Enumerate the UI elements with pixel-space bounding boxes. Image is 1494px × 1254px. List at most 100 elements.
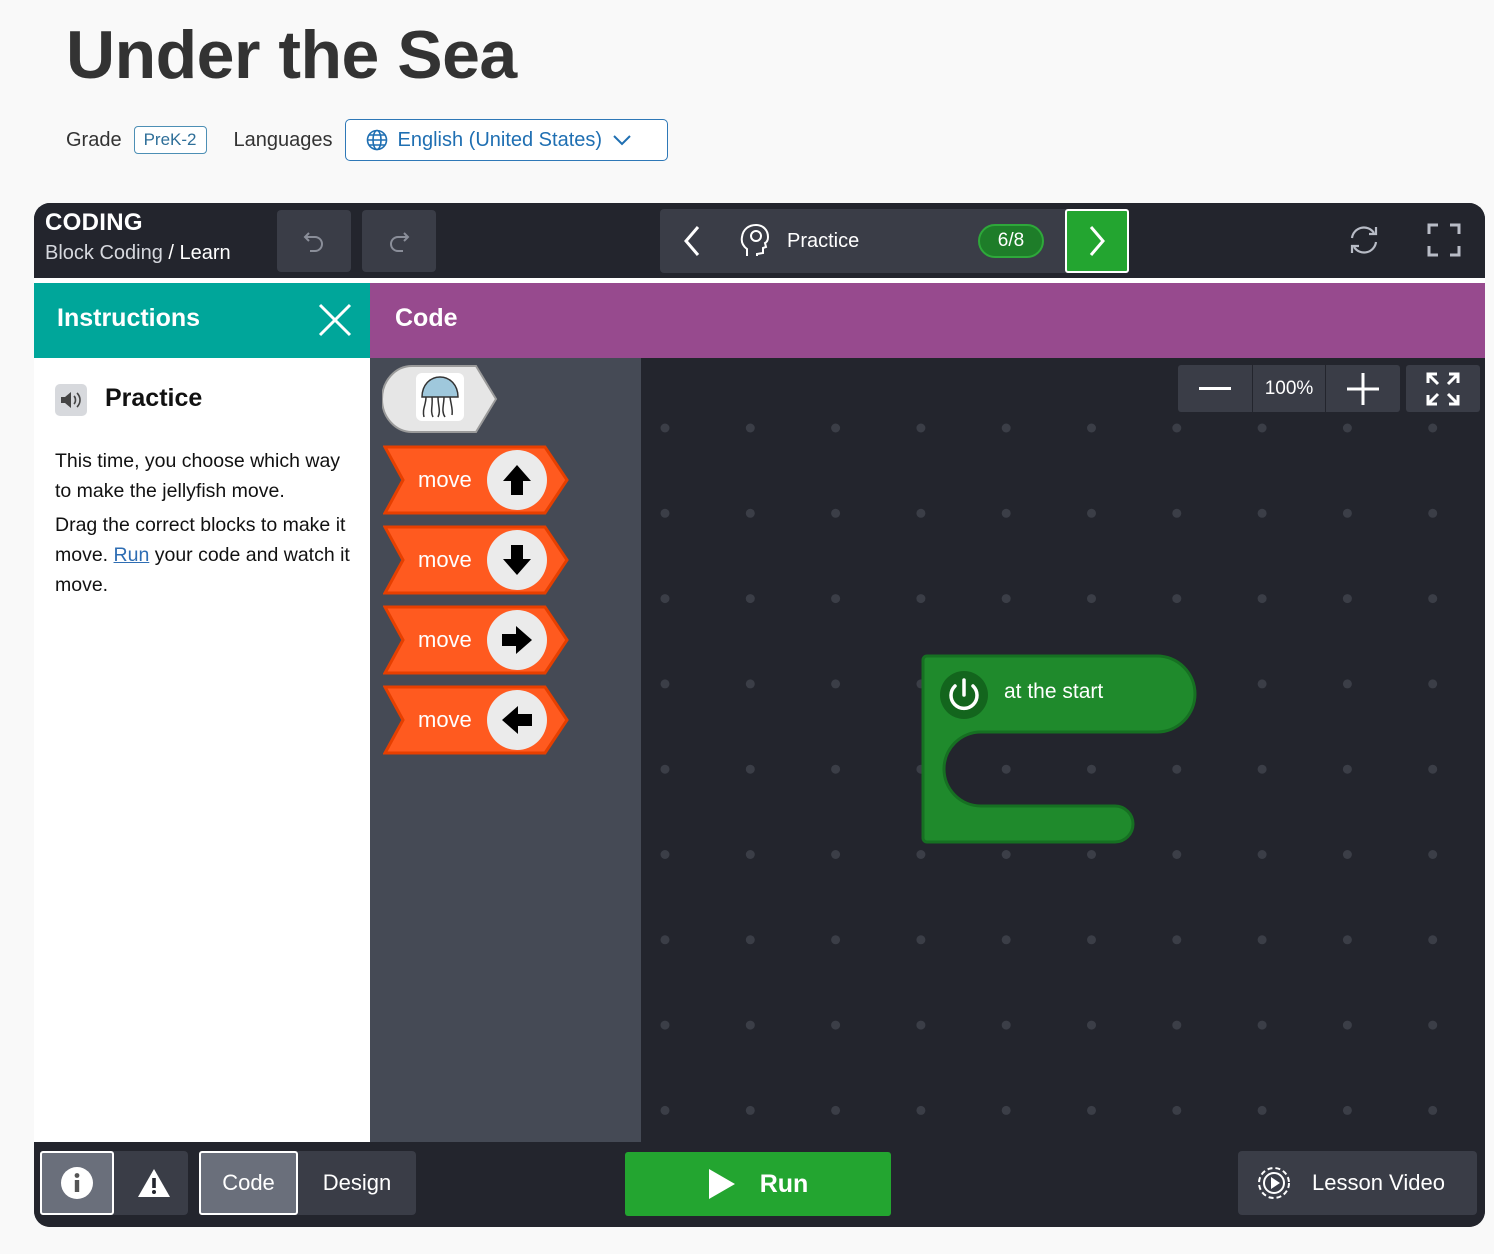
- grid-dot: [831, 423, 841, 433]
- info-button[interactable]: [40, 1151, 114, 1215]
- grid-dot: [1257, 594, 1267, 604]
- page-title: Under the Sea: [66, 17, 517, 93]
- code-workspace[interactable]: 100% at the start: [641, 358, 1485, 1142]
- grid-dot: [1428, 594, 1438, 604]
- grid-dot: [745, 764, 755, 774]
- grid-dot: [660, 423, 670, 433]
- move-right-block[interactable]: move: [383, 605, 569, 675]
- run-link[interactable]: Run: [114, 544, 150, 566]
- info-warning-group: [40, 1151, 188, 1215]
- grid-dot: [1172, 1105, 1182, 1115]
- grid-dot: [1428, 508, 1438, 518]
- step-navigator: Practice 6/8: [660, 209, 1129, 273]
- grid-dot: [745, 1020, 755, 1030]
- move-up-block[interactable]: move: [383, 445, 569, 515]
- grid-dot: [916, 423, 926, 433]
- language-select[interactable]: English (United States): [344, 119, 668, 161]
- grid-dot: [831, 679, 841, 689]
- grid-dot: [1257, 423, 1267, 433]
- grid-dot: [745, 508, 755, 518]
- sync-icon[interactable]: [1346, 225, 1382, 255]
- grid-dot: [1428, 764, 1438, 774]
- grid-dot: [1087, 1105, 1096, 1115]
- zoom-out-button[interactable]: [1178, 365, 1252, 412]
- grid-dot: [745, 594, 755, 604]
- instructions-panel: Practice This time, you choose which way…: [34, 358, 370, 1142]
- at-the-start-block[interactable]: at the start: [921, 652, 1201, 853]
- fit-workspace-button[interactable]: [1406, 365, 1480, 412]
- grid-dot: [1342, 764, 1352, 774]
- run-button[interactable]: Run: [625, 1152, 891, 1216]
- speaker-button[interactable]: [55, 384, 87, 416]
- arrow-left-icon: [487, 690, 547, 750]
- grid-dot: [1087, 508, 1096, 518]
- grid-dot: [1342, 679, 1352, 689]
- grid-dot: [1428, 423, 1438, 433]
- grid-dot: [916, 1105, 926, 1115]
- redo-button[interactable]: [362, 210, 436, 272]
- power-icon: [940, 671, 988, 719]
- chevron-left-icon: [684, 226, 700, 256]
- breadcrumb-parent: Block Coding: [45, 242, 163, 264]
- grid-dot: [916, 1020, 926, 1030]
- grid-dot: [660, 1105, 670, 1115]
- run-button-label: Run: [759, 1169, 809, 1198]
- zoom-controls: 100%: [1178, 365, 1400, 412]
- grid-dot: [745, 423, 755, 433]
- breadcrumb: Block Coding / Learn: [45, 242, 231, 265]
- language-select-value: English (United States): [397, 128, 603, 151]
- grid-dot: [1087, 594, 1096, 604]
- code-header: Code: [370, 283, 1485, 358]
- warning-button[interactable]: [120, 1151, 188, 1215]
- arrow-down-icon: [487, 530, 547, 590]
- grid-dot: [1087, 1020, 1096, 1030]
- grid-dot: [1172, 935, 1182, 945]
- zoom-in-button[interactable]: [1326, 365, 1400, 412]
- play-icon: [708, 1169, 735, 1199]
- lesson-video-button[interactable]: Lesson Video: [1238, 1151, 1477, 1215]
- chevron-down-icon: [613, 135, 631, 146]
- grid-dot: [1428, 1020, 1438, 1030]
- grade-label: Grade: [66, 128, 122, 151]
- grid-dot: [660, 764, 670, 774]
- previous-step-button[interactable]: [660, 209, 724, 273]
- grid-dot: [745, 935, 755, 945]
- grid-dot: [745, 1105, 755, 1115]
- jellyfish-sprite-block[interactable]: [382, 363, 498, 435]
- move-block-label: move: [418, 707, 472, 732]
- move-block-label: move: [418, 627, 472, 652]
- tab-design[interactable]: Design: [298, 1151, 416, 1215]
- start-block-label: at the start: [1004, 680, 1104, 703]
- grid-dot: [660, 935, 670, 945]
- expand-icon: [1426, 372, 1460, 405]
- undo-button[interactable]: [277, 210, 351, 272]
- grade-badge: PreK-2: [133, 126, 207, 154]
- grid-dot: [831, 508, 841, 518]
- move-down-block[interactable]: move: [383, 525, 569, 595]
- grid-dot: [660, 679, 670, 689]
- grid-dot: [1342, 423, 1352, 433]
- instructions-title: Instructions: [57, 304, 201, 332]
- move-left-block[interactable]: move: [383, 685, 569, 755]
- zoom-level: 100%: [1252, 365, 1326, 412]
- globe-icon: [366, 129, 387, 151]
- grid-dot: [1342, 594, 1352, 604]
- practice-title: Practice: [105, 384, 203, 412]
- grid-dot: [1257, 1105, 1267, 1115]
- coding-app: CODING Block Coding / Learn Practice 6/8: [34, 203, 1485, 1227]
- grid-dot: [1342, 935, 1352, 945]
- tab-code[interactable]: Code: [199, 1151, 298, 1215]
- grid-dot: [660, 1020, 670, 1030]
- instructions-paragraph: Drag the correct blocks to make it move.…: [55, 514, 350, 596]
- bottom-bar: Code Design Run Lesson Video: [34, 1142, 1485, 1227]
- close-icon[interactable]: [317, 302, 353, 338]
- grid-dot: [831, 764, 841, 774]
- grid-dot: [916, 508, 926, 518]
- fullscreen-icon[interactable]: [1427, 223, 1461, 257]
- instructions-header: Instructions: [34, 283, 370, 358]
- languages-label: Languages: [233, 128, 333, 151]
- grid-dot: [1428, 1105, 1438, 1115]
- grid-dot: [1428, 679, 1438, 689]
- step-label: Practice: [787, 229, 860, 252]
- next-step-button[interactable]: [1065, 209, 1129, 273]
